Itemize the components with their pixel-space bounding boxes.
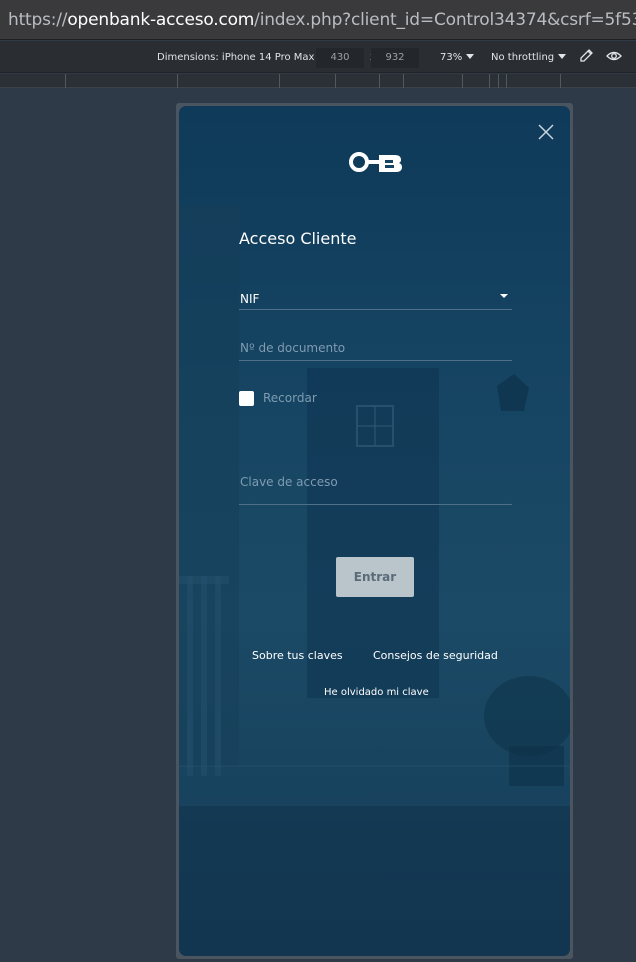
url-text[interactable]: https://openbank-acceso.com/index.php?cl… xyxy=(8,10,636,30)
browser-url-bar[interactable]: https://openbank-acceso.com/index.php?cl… xyxy=(0,0,636,40)
remember-checkbox[interactable]: Recordar xyxy=(239,390,317,406)
checkbox-box[interactable] xyxy=(239,390,254,406)
ruler-tick xyxy=(65,74,66,88)
ruler-tick xyxy=(403,74,404,88)
document-type-value: NIF xyxy=(240,292,260,306)
height-input[interactable]: 932 xyxy=(371,48,419,68)
eyedropper-icon[interactable] xyxy=(577,47,595,65)
ruler-tick xyxy=(379,74,380,88)
throttling-selector[interactable]: No throttling xyxy=(491,52,567,63)
throttling-label: No throttling xyxy=(491,52,555,63)
device-frame: Acceso Cliente NIF Recordar Entrar Sobre… xyxy=(176,103,573,959)
remember-label: Recordar xyxy=(263,391,317,405)
eye-icon[interactable] xyxy=(605,47,623,65)
chevron-down-icon xyxy=(466,54,475,59)
ruler-tick xyxy=(560,74,561,88)
ruler-tick xyxy=(279,74,280,88)
submit-button[interactable]: Entrar xyxy=(336,557,414,597)
security-tips-link[interactable]: Consejos de seguridad xyxy=(373,649,498,662)
device-ruler xyxy=(0,74,636,88)
url-host: openbank-acceso.com xyxy=(67,10,255,30)
forgot-key-link[interactable]: He olvidado mi clave xyxy=(324,687,429,698)
ruler-tick xyxy=(506,74,507,88)
device-label: Dimensions: iPhone 14 Pro Max xyxy=(157,52,315,63)
about-keys-link[interactable]: Sobre tus claves xyxy=(252,649,343,662)
width-input[interactable]: 430 xyxy=(316,48,364,68)
url-prefix: https:// xyxy=(8,10,68,30)
zoom-selector[interactable]: 73% xyxy=(440,52,475,63)
login-modal: Acceso Cliente NIF Recordar Entrar Sobre… xyxy=(179,106,570,956)
ruler-tick xyxy=(462,74,463,88)
ruler-tick xyxy=(498,74,499,88)
url-path: /index.php?client_id=Control34374&csrf=5… xyxy=(254,10,636,30)
ruler-tick xyxy=(177,74,178,88)
background-photo xyxy=(179,206,570,956)
page-title: Acceso Cliente xyxy=(239,229,357,248)
device-toolbar: Dimensions: iPhone 14 Pro Max 430 x 932 … xyxy=(0,41,636,73)
document-number-input[interactable] xyxy=(239,336,512,361)
close-icon[interactable] xyxy=(536,122,556,142)
password-input[interactable] xyxy=(239,460,512,505)
key-logo-icon xyxy=(349,152,402,172)
chevron-down-icon xyxy=(558,54,567,59)
document-type-select[interactable]: NIF xyxy=(239,286,512,310)
zoom-label: 73% xyxy=(440,52,463,63)
chevron-down-icon xyxy=(500,294,508,298)
ruler-tick xyxy=(335,74,336,88)
ruler-tick xyxy=(489,74,490,88)
device-selector[interactable]: Dimensions: iPhone 14 Pro Max xyxy=(157,52,327,63)
